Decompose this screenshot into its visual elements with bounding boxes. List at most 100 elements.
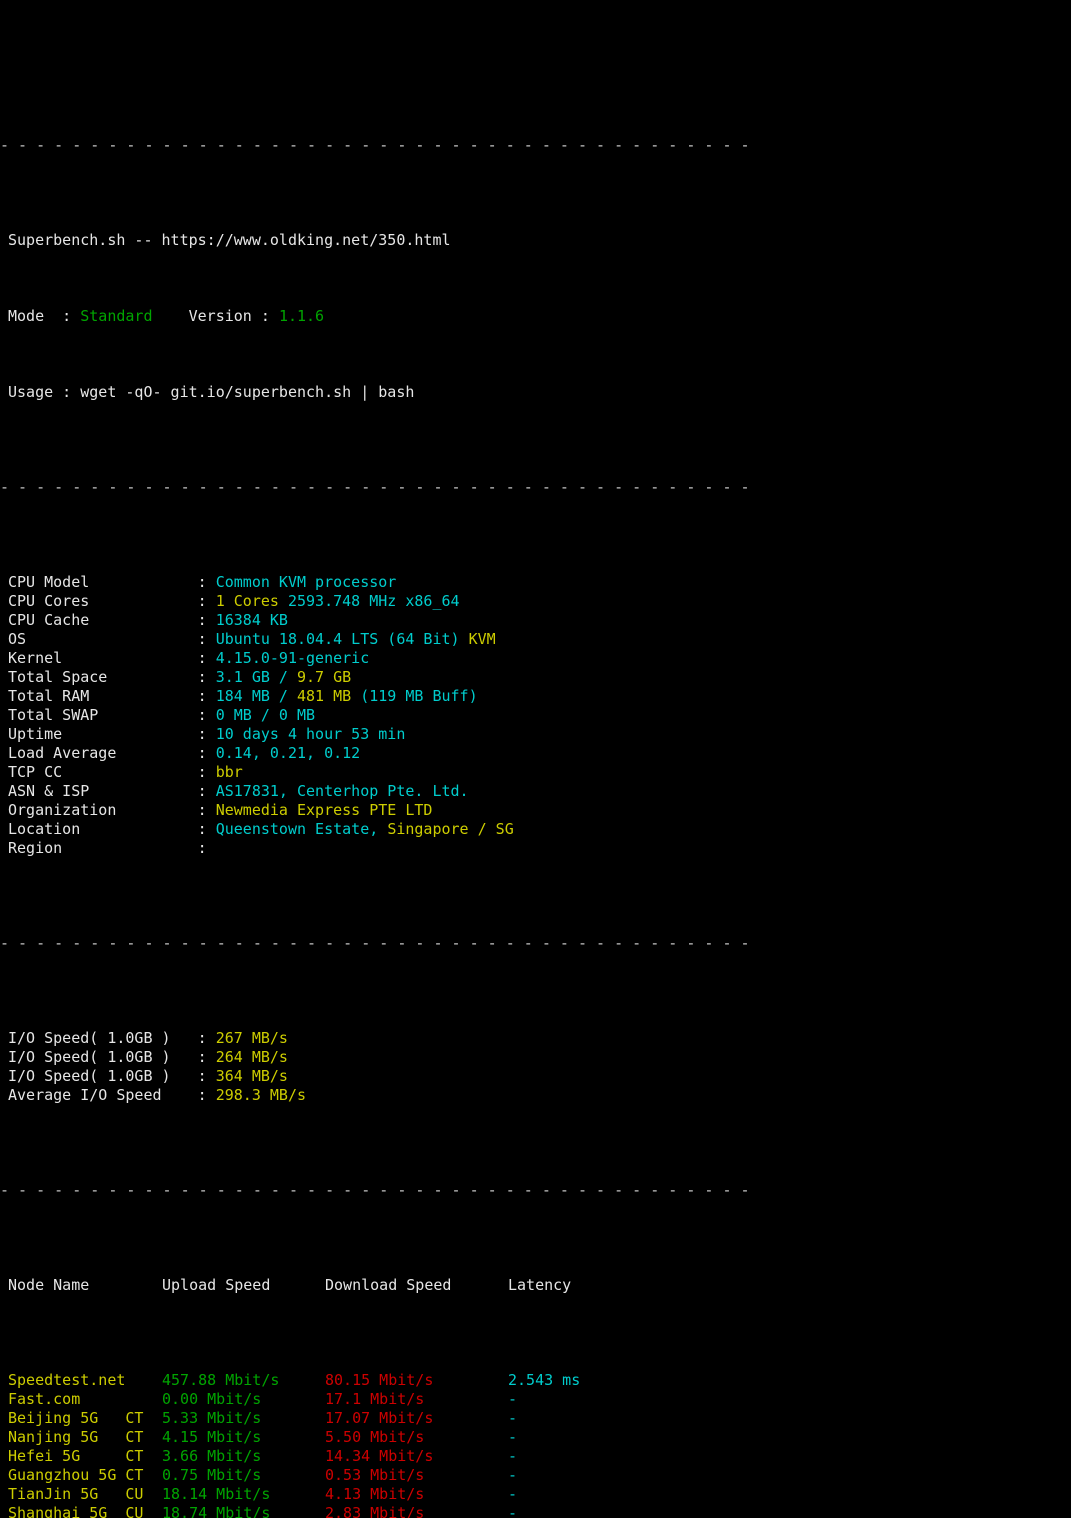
sysinfo-label: CPU Cache <box>8 611 198 629</box>
speedtest-row: Shanghai 5G CU 18.74 Mbit/s 2.83 Mbit/s - <box>0 1504 1071 1518</box>
speedtest-latency: - <box>508 1447 518 1465</box>
sysinfo-row: Organization : Newmedia Express PTE LTD <box>0 801 1071 820</box>
column-header-download: Download Speed <box>325 1276 452 1294</box>
io-speed-row: I/O Speed( 1.0GB ) : 264 MB/s <box>0 1048 1071 1067</box>
sysinfo-value-part: / <box>269 687 297 705</box>
sysinfo-label: TCP CC <box>8 763 198 781</box>
speedtest-latency: 2.543 ms <box>508 1371 581 1389</box>
sysinfo-label: Region <box>8 839 198 857</box>
separator-line-top: - - - - - - - - - - - - - - - - - - - - … <box>0 136 750 154</box>
sysinfo-row: ASN & ISP : AS17831, Centerhop Pte. Ltd. <box>0 782 1071 801</box>
sysinfo-colon: : <box>197 668 216 686</box>
sysinfo-value-part: 2593.748 MHz x86_64 <box>278 592 460 610</box>
speedtest-latency: - <box>508 1485 518 1503</box>
io-speed-row: Average I/O Speed : 298.3 MB/s <box>0 1086 1071 1105</box>
sysinfo-value-part: 0 MB / 0 MB <box>215 706 316 724</box>
sysinfo-label: ASN & ISP <box>8 782 198 800</box>
sysinfo-colon: : <box>197 839 216 857</box>
io-speed-value: 264 MB/s <box>215 1048 288 1066</box>
sysinfo-colon: : <box>197 706 216 724</box>
sysinfo-value-part: 3.1 GB <box>215 668 270 686</box>
speedtest-download-speed: 17.1 Mbit/s <box>325 1390 425 1408</box>
sysinfo-value-part: 1 Cores <box>215 592 279 610</box>
speedtest-upload-speed: 457.88 Mbit/s <box>162 1371 280 1389</box>
sysinfo-row: Total RAM : 184 MB / 481 MB (119 MB Buff… <box>0 687 1071 706</box>
io-speed-value: 267 MB/s <box>215 1029 288 1047</box>
sysinfo-label: Uptime <box>8 725 198 743</box>
sysinfo-label: Location <box>8 820 198 838</box>
io-speed-colon: : <box>197 1048 216 1066</box>
speedtest-download-speed: 17.07 Mbit/s <box>325 1409 434 1427</box>
sysinfo-value-part: / <box>269 668 297 686</box>
terminal-window: - - - - - - - - - - - - - - - - - - - - … <box>0 0 1071 1518</box>
speedtest-row: Hefei 5G CT 3.66 Mbit/s 14.34 Mbit/s - <box>0 1447 1071 1466</box>
sysinfo-row: CPU Model : Common KVM processor <box>0 573 1071 592</box>
sysinfo-row: CPU Cores : 1 Cores 2593.748 MHz x86_64 <box>0 592 1071 611</box>
speedtest-row: Fast.com 0.00 Mbit/s 17.1 Mbit/s - <box>0 1390 1071 1409</box>
sysinfo-colon: : <box>197 782 216 800</box>
version-label: Version : <box>152 307 279 325</box>
speedtest-download-speed: 80.15 Mbit/s <box>325 1371 434 1389</box>
sysinfo-colon: : <box>197 630 216 648</box>
sysinfo-colon: : <box>197 573 216 591</box>
sysinfo-value-part: Ubuntu 18.04.4 LTS (64 Bit) <box>215 630 469 648</box>
sysinfo-colon: : <box>197 592 216 610</box>
sysinfo-colon: : <box>197 763 216 781</box>
usage-command: wget -qO- git.io/superbench.sh | bash <box>80 383 415 401</box>
sysinfo-row: Region : <box>0 839 1071 858</box>
speedtest-node-name: Hefei 5G CT <box>8 1447 144 1465</box>
sysinfo-value-part: 481 MB <box>297 687 352 705</box>
usage-line: Usage : wget -qO- git.io/superbench.sh |… <box>0 383 1071 402</box>
separator-line-sysinfo: - - - - - - - - - - - - - - - - - - - - … <box>0 478 750 496</box>
sysinfo-value-part: bbr <box>215 763 243 781</box>
speedtest-results-block: Speedtest.net 457.88 Mbit/s 80.15 Mbit/s 2.… <box>0 1371 1071 1518</box>
io-speed-colon: : <box>197 1067 216 1085</box>
sysinfo-row: Location : Queenstown Estate, Singapore … <box>0 820 1071 839</box>
sysinfo-value-part: 9.7 GB <box>297 668 352 686</box>
speedtest-upload-speed: 4.15 Mbit/s <box>162 1428 262 1446</box>
sysinfo-label: OS <box>8 630 198 648</box>
speedtest-download-speed: 14.34 Mbit/s <box>325 1447 434 1465</box>
sysinfo-value-part: 10 days 4 hour 53 min <box>215 725 406 743</box>
sysinfo-row: CPU Cache : 16384 KB <box>0 611 1071 630</box>
sysinfo-value-part: KVM <box>468 630 496 648</box>
speedtest-latency: - <box>508 1466 518 1484</box>
speedtest-row: Nanjing 5G CT 4.15 Mbit/s 5.50 Mbit/s - <box>0 1428 1071 1447</box>
sysinfo-row: Total Space : 3.1 GB / 9.7 GB <box>0 668 1071 687</box>
speedtest-node-name: Shanghai 5G CU <box>8 1504 144 1518</box>
io-speed-label: I/O Speed( 1.0GB ) <box>8 1029 198 1047</box>
mode-version-line: Mode : Standard Version : 1.1.6 <box>0 307 1071 326</box>
sysinfo-label: Total Space <box>8 668 198 686</box>
usage-label: Usage : <box>8 383 81 401</box>
top-padding <box>0 57 1071 60</box>
speedtest-row: Guangzhou 5G CT 0.75 Mbit/s 0.53 Mbit/s - <box>0 1466 1071 1485</box>
sysinfo-value-part: 4.15.0-91-generic <box>215 649 370 667</box>
io-speed-row: I/O Speed( 1.0GB ) : 267 MB/s <box>0 1029 1071 1048</box>
sysinfo-label: Total RAM <box>8 687 198 705</box>
speedtest-latency: - <box>508 1504 518 1518</box>
sysinfo-value-part: Newmedia Express PTE LTD <box>215 801 433 819</box>
version-value: 1.1.6 <box>278 307 325 325</box>
sysinfo-value-part: Singapore / SG <box>387 820 514 838</box>
io-speed-colon: : <box>197 1029 216 1047</box>
sysinfo-row: Total SWAP : 0 MB / 0 MB <box>0 706 1071 725</box>
sysinfo-colon: : <box>197 744 216 762</box>
speedtest-node-name: Fast.com <box>8 1390 81 1408</box>
sysinfo-colon: : <box>197 801 216 819</box>
separator-line-speedtest: - - - - - - - - - - - - - - - - - - - - … <box>0 1181 750 1199</box>
speedtest-node-name: TianJin 5G CU <box>8 1485 144 1503</box>
sysinfo-colon: : <box>197 687 216 705</box>
sysinfo-row: Load Average : 0.14, 0.21, 0.12 <box>0 744 1071 763</box>
sysinfo-value-part: 16384 KB <box>215 611 288 629</box>
sysinfo-value-part: Common KVM processor <box>215 573 397 591</box>
speedtest-latency: - <box>508 1428 518 1446</box>
speedtest-download-speed: 4.13 Mbit/s <box>325 1485 425 1503</box>
io-speed-label: I/O Speed( 1.0GB ) <box>8 1048 198 1066</box>
sysinfo-label: CPU Cores <box>8 592 198 610</box>
speedtest-row: TianJin 5G CU 18.14 Mbit/s 4.13 Mbit/s - <box>0 1485 1071 1504</box>
sysinfo-label: Organization <box>8 801 198 819</box>
sysinfo-row: OS : Ubuntu 18.04.4 LTS (64 Bit) KVM <box>0 630 1071 649</box>
mode-value: Standard <box>80 307 153 325</box>
mode-label: Mode : <box>8 307 81 325</box>
io-speed-value: 364 MB/s <box>215 1067 288 1085</box>
